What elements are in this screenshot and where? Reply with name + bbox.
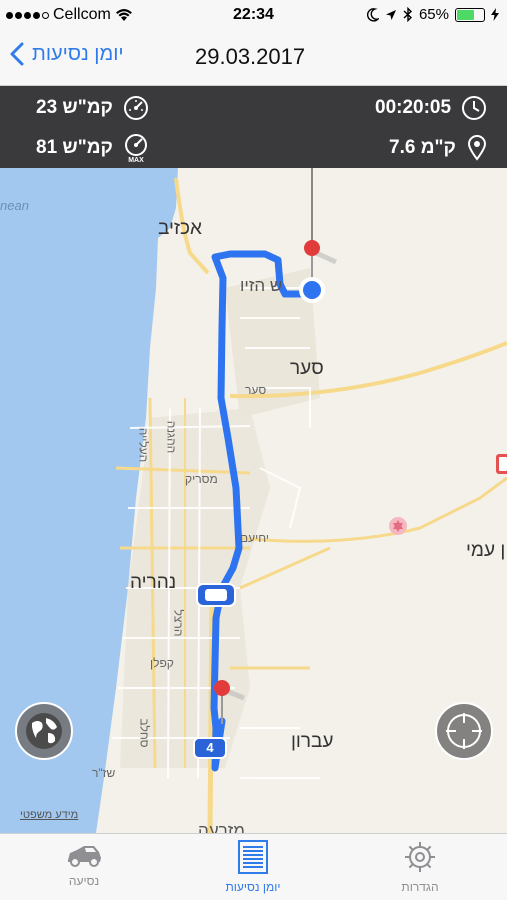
map-canvas xyxy=(0,168,507,833)
legal-link[interactable]: מידע משפטי xyxy=(20,809,78,821)
duration-value: 00:20:05 xyxy=(375,97,452,118)
svg-text:MAX: MAX xyxy=(128,157,144,163)
location-pin-icon xyxy=(467,135,486,161)
back-button[interactable]: יומן נסיעות xyxy=(10,42,124,66)
route-4-shield: 4 xyxy=(193,737,227,759)
avg-speed-stat: 23 קמ"ש xyxy=(36,93,149,123)
distance-stat: 7.6 ק"מ xyxy=(389,133,488,163)
back-label: יומן נסיעות xyxy=(32,42,124,65)
map-label-mesarik: מסריק xyxy=(185,472,218,486)
map-label-yehiam: יחיעם xyxy=(240,531,270,545)
tab-trip-log[interactable]: יומן נסיעות xyxy=(193,840,313,894)
locate-me-button[interactable] xyxy=(435,702,493,760)
car-icon xyxy=(68,846,101,867)
avg-speed-value: 23 קמ"ש xyxy=(36,97,113,118)
location-arrow-icon xyxy=(385,9,396,20)
map-label-achziv: אכזיב xyxy=(158,218,202,239)
map-label-saar: סער xyxy=(290,358,324,379)
chevron-left-icon xyxy=(10,42,24,66)
distance-value: 7.6 ק"מ xyxy=(389,137,456,158)
map-label-herzl: הרצל xyxy=(171,609,186,637)
map-label-sachlav: סחלב xyxy=(137,718,152,748)
map-label-hahagana: ההגנה xyxy=(164,420,179,454)
list-icon xyxy=(238,840,268,874)
map-type-button[interactable] xyxy=(15,702,73,760)
tab-settings[interactable]: הגדרות xyxy=(360,840,480,894)
tab-settings-label: הגדרות xyxy=(401,880,439,894)
tab-ride[interactable]: נסיעה xyxy=(24,840,144,888)
speedometer-icon xyxy=(123,96,148,120)
clock-icon xyxy=(462,96,487,120)
tab-bar: נסיעה יומן נסיעות הגדרות xyxy=(0,833,507,900)
tab-trip-log-label: יומן נסיעות xyxy=(225,880,281,894)
map-label-mazraa: מזרעה xyxy=(198,821,245,833)
tab-ride-label: נסיעה xyxy=(68,874,100,888)
crosshair-icon xyxy=(446,713,482,749)
map-label-evron: עברון xyxy=(291,731,334,752)
map-label-haaliya: העלייה xyxy=(136,427,151,463)
ocean-label: nean xyxy=(0,198,29,213)
map-label-nahariya: נהריה xyxy=(130,572,177,593)
duration-stat: 00:20:05 xyxy=(375,93,487,123)
moon-icon xyxy=(366,7,379,21)
map-label-kaplan: קפלן xyxy=(150,656,174,670)
max-speedometer-icon: MAX xyxy=(124,134,147,163)
map-label-shahar: שז"ר xyxy=(92,766,116,780)
route-number: 4 xyxy=(206,740,214,755)
max-speed-stat: 81 קמ"ש MAX xyxy=(36,133,149,163)
battery-icon xyxy=(455,7,485,22)
map-label-amy: ן עמי xyxy=(466,540,506,561)
bluetooth-icon xyxy=(403,7,412,22)
map-label-saar-street: סער xyxy=(245,383,267,397)
status-icons: 65% xyxy=(366,6,499,23)
status-bar: Cellcom 22:34 65% xyxy=(0,0,507,30)
battery-percent: 65% xyxy=(418,6,449,23)
globe-icon xyxy=(26,713,62,749)
gear-icon xyxy=(405,842,435,872)
map-view[interactable]: nean אכזיב ש הזיו סער סער העלייה ההגנה מ… xyxy=(0,168,507,833)
max-speed-value: 81 קמ"ש xyxy=(36,137,113,158)
charging-icon xyxy=(491,8,499,21)
trip-stats: 23 קמ"ש 00:20:05 81 קמ"ש MAX 7.6 ק"מ xyxy=(0,86,507,168)
map-label-ziv: ש הזיו xyxy=(240,276,283,295)
page-title: 29.03.2017 xyxy=(195,44,306,69)
nav-bar: יומן נסיעות 29.03.2017 xyxy=(0,30,507,86)
